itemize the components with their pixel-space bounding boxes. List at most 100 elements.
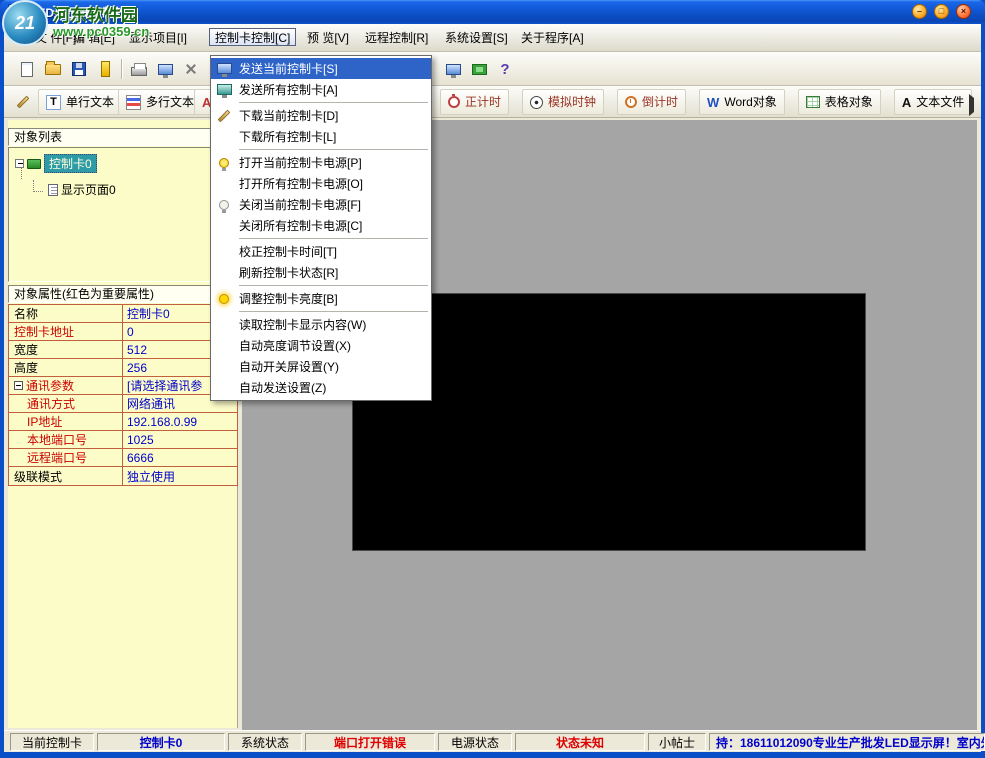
card-button[interactable] — [466, 56, 492, 82]
menu-item-auto-power-schedule[interactable]: 自动开关屏设置(Y) — [211, 356, 431, 377]
toolbar-overflow-icon[interactable] — [969, 98, 974, 112]
count-down-timer-icon — [625, 96, 637, 108]
property-row: IP地址 192.168.0.99 — [9, 413, 237, 431]
maximize-button[interactable]: □ — [934, 4, 949, 19]
new-file-button[interactable] — [14, 56, 40, 82]
save-icon — [72, 62, 86, 76]
status-tip-message: 持：18611012090专业生产批发LED显示屏！室内外单双 — [709, 733, 985, 751]
menu-separator — [211, 309, 431, 314]
draw-button[interactable] — [10, 89, 36, 115]
property-name: 通讯参数 — [9, 377, 123, 394]
property-value[interactable]: 6666 — [123, 451, 237, 465]
toolbar-separator — [121, 59, 123, 79]
menu-separator — [211, 100, 431, 105]
print-button[interactable] — [126, 56, 152, 82]
collapse-expander-icon[interactable] — [15, 159, 24, 168]
site-watermark: 21 河东软件园 www.pc0359.cn — [2, 0, 149, 46]
tree-node-label[interactable]: 控制卡0 — [44, 154, 97, 173]
text-file-button[interactable]: A 文本文件 — [894, 89, 972, 115]
send-all-screens-icon — [217, 84, 232, 95]
tree-node-label[interactable]: 显示页面0 — [61, 181, 116, 198]
export-button[interactable] — [92, 56, 118, 82]
watermark-logo: 21 — [2, 0, 48, 46]
menu-separator — [211, 283, 431, 288]
single-line-text-button[interactable]: T 单行文本 — [38, 89, 122, 115]
word-object-button[interactable]: W Word对象 — [699, 89, 785, 115]
property-name: 高度 — [9, 359, 123, 376]
object-toolbar-right: 正计时 模拟时钟 倒计时 W Word对象 表格对象 A 文本文件 — [440, 89, 972, 115]
control-card-menu: 发送当前控制卡[S] 发送所有控制卡[A] 下载当前控制卡[D] 下载所有控制卡… — [210, 55, 432, 401]
menu-item-calibrate-time[interactable]: 校正控制卡时间[T] — [211, 241, 431, 262]
object-list-header: 对象列表 — [8, 128, 238, 146]
word-icon: W — [707, 95, 719, 110]
menu-preview[interactable]: 预 览[V] — [302, 29, 354, 47]
screen-button[interactable] — [440, 56, 466, 82]
watermark-site-url: www.pc0359.cn — [53, 25, 149, 40]
table-grid-icon — [806, 96, 820, 108]
watermark-site-name: 河东软件园 — [53, 6, 149, 26]
menu-system[interactable]: 系统设置[S] — [440, 29, 513, 47]
close-button[interactable]: × — [956, 4, 971, 19]
menu-item-download-all[interactable]: 下载所有控制卡[L] — [211, 126, 431, 147]
object-tree: 控制卡0 显示页面0 — [8, 147, 238, 282]
export-icon — [101, 61, 110, 77]
minimize-button[interactable]: – — [912, 4, 927, 19]
single-text-icon: T — [46, 95, 61, 110]
count-down-button[interactable]: 倒计时 — [617, 89, 686, 115]
menu-item-download-current[interactable]: 下载当前控制卡[D] — [211, 105, 431, 126]
monitor-icon — [158, 64, 173, 75]
analog-clock-icon — [530, 96, 543, 109]
menu-control-card[interactable]: 控制卡控制[C] — [209, 28, 296, 46]
cut-button[interactable] — [178, 56, 204, 82]
object-toolbar: T 单行文本 多行文本 A 正计时 模拟时钟 倒计时 W Word对象 表格对象 — [4, 86, 981, 118]
menu-bar: 文 件[F] 编 辑[E] 显示项目[I] 控制卡控制[C] 预 览[V] 远程… — [4, 24, 981, 52]
tree-node-display-page[interactable]: 显示页面0 — [33, 181, 237, 198]
preview-button[interactable] — [152, 56, 178, 82]
menu-item-read-content[interactable]: 读取控制卡显示内容(W) — [211, 314, 431, 335]
analog-clock-button[interactable]: 模拟时钟 — [522, 89, 604, 115]
tree-node-control-card[interactable]: 控制卡0 — [15, 154, 237, 173]
power-on-bulb-icon — [219, 158, 229, 168]
property-name: 本地端口号 — [9, 431, 123, 448]
open-button[interactable] — [40, 56, 66, 82]
menu-item-power-off-current[interactable]: 关闭当前控制卡电源[F] — [211, 194, 431, 215]
menu-item-refresh-status[interactable]: 刷新控制卡状态[R] — [211, 262, 431, 283]
property-name: 远程端口号 — [9, 449, 123, 466]
property-name: 级联模式 — [9, 467, 123, 485]
save-button[interactable] — [66, 56, 92, 82]
menu-about[interactable]: 关于程序[A] — [516, 29, 589, 47]
property-row: 本地端口号 1025 — [9, 431, 237, 449]
control-card-icon — [27, 159, 41, 169]
left-panel: 对象列表 控制卡0 显示页面0 对象属性(红色为重要属性) 名称 控制卡0 控制… — [8, 120, 238, 728]
multi-line-text-button[interactable]: 多行文本 — [118, 89, 202, 115]
menu-item-auto-send[interactable]: 自动发送设置(Z) — [211, 377, 431, 398]
table-object-button[interactable]: 表格对象 — [798, 89, 881, 115]
menu-item-send-all[interactable]: 发送所有控制卡[A] — [211, 79, 431, 100]
property-name: 控制卡地址 — [9, 323, 123, 340]
property-row: 宽度 512 — [9, 341, 237, 359]
property-value[interactable]: 1025 — [123, 433, 237, 447]
menu-item-send-current[interactable]: 发送当前控制卡[S] — [211, 58, 431, 79]
menu-separator — [211, 236, 431, 241]
menu-item-auto-brightness[interactable]: 自动亮度调节设置(X) — [211, 335, 431, 356]
collapse-icon[interactable] — [14, 381, 23, 390]
menu-item-power-on-all[interactable]: 打开所有控制卡电源[O] — [211, 173, 431, 194]
status-power-value: 状态未知 — [515, 733, 645, 751]
cut-icon — [184, 62, 198, 76]
count-up-timer-icon — [448, 96, 460, 108]
property-name: 通讯方式 — [9, 395, 123, 412]
menu-remote[interactable]: 远程控制[R] — [360, 29, 433, 47]
menu-item-adjust-brightness[interactable]: 调整控制卡亮度[B] — [211, 288, 431, 309]
property-row: 名称 控制卡0 — [9, 305, 237, 323]
menu-item-power-off-all[interactable]: 关闭所有控制卡电源[C] — [211, 215, 431, 236]
count-up-button[interactable]: 正计时 — [440, 89, 509, 115]
property-grid: 名称 控制卡0 控制卡地址 0 宽度 512 高度 256 通讯参数 [请选择通… — [8, 304, 238, 486]
brightness-sun-icon — [219, 294, 229, 304]
help-icon: ? — [500, 61, 509, 78]
help-button[interactable]: ? — [492, 56, 518, 82]
menu-item-power-on-current[interactable]: 打开当前控制卡电源[P] — [211, 152, 431, 173]
property-name: 宽度 — [9, 341, 123, 358]
property-row: 高度 256 — [9, 359, 237, 377]
property-value[interactable]: 192.168.0.99 — [123, 415, 237, 429]
property-value[interactable]: 独立使用 — [123, 468, 237, 485]
